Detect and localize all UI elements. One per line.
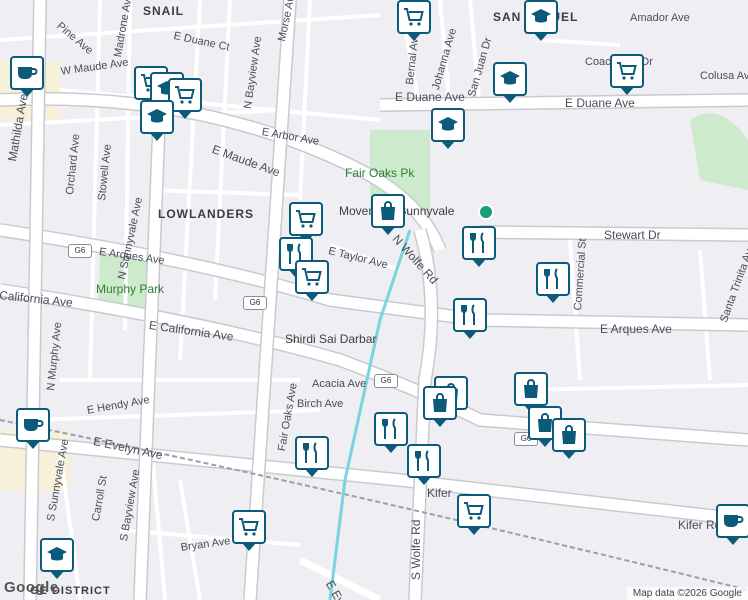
street-label: Stewart Dr: [604, 228, 661, 242]
restaurant-marker[interactable]: [462, 226, 496, 267]
restaurant-marker[interactable]: [374, 412, 408, 453]
park-label: Murphy Park: [96, 282, 165, 296]
poi-label: Shirdi Sai Darbar: [285, 332, 377, 346]
map-base: [0, 0, 748, 600]
shopping-bag-marker[interactable]: [552, 418, 586, 459]
coffee-marker[interactable]: [10, 56, 44, 97]
school-icon: [147, 109, 167, 123]
street-label: E Duane Ave: [565, 96, 635, 110]
coffee-marker[interactable]: [16, 408, 50, 449]
shopping-cart-icon: [175, 86, 195, 104]
coffee-icon: [24, 419, 44, 431]
coffee-marker[interactable]: [716, 504, 748, 545]
shopping-bag-marker[interactable]: [514, 372, 548, 413]
coffee-icon: [724, 515, 744, 527]
street-label: Kifer: [427, 486, 452, 500]
shopping-cart-icon: [404, 8, 424, 26]
restaurant-icon: [461, 304, 475, 325]
neighborhood-label: SNAIL: [143, 4, 184, 18]
neighborhood-label: LOWLANDERS: [158, 207, 254, 221]
school-marker[interactable]: [524, 0, 558, 41]
street-label: S Wolfe Rd: [409, 519, 423, 580]
restaurant-marker[interactable]: [407, 444, 441, 485]
school-marker[interactable]: [431, 108, 465, 149]
coffee-icon: [18, 67, 38, 79]
school-marker[interactable]: [493, 62, 527, 103]
restaurant-icon: [382, 418, 396, 439]
street-label: Amador Ave: [630, 12, 690, 24]
shopping-cart-marker[interactable]: [232, 510, 266, 551]
restaurant-icon: [544, 268, 558, 289]
map-canvas[interactable]: SNAIL LOWLANDERS SAN MIGUEL Fair Oaks Pk…: [0, 0, 748, 600]
school-icon: [531, 9, 551, 23]
shopping-cart-marker[interactable]: [397, 0, 431, 41]
route-shield: G6: [374, 374, 398, 388]
park-label: Fair Oaks Pk: [345, 166, 415, 180]
restaurant-marker[interactable]: [295, 436, 329, 477]
restaurant-icon: [470, 232, 484, 253]
shopping-cart-icon: [296, 210, 316, 228]
street-label: E Duane Ave: [395, 90, 465, 104]
shopping-cart-marker[interactable]: [295, 260, 329, 301]
restaurant-icon: [303, 442, 317, 463]
shopping-bag-marker[interactable]: [371, 194, 405, 235]
shopping-cart-marker[interactable]: [457, 494, 491, 535]
route-shield: G6: [68, 244, 92, 258]
school-marker[interactable]: [140, 100, 174, 141]
school-icon: [500, 71, 520, 85]
street-label: Kifer Rd: [678, 518, 722, 532]
school-marker[interactable]: [40, 538, 74, 579]
shopping-cart-marker[interactable]: [289, 202, 323, 243]
restaurant-icon: [415, 450, 429, 471]
shopping-cart-icon: [239, 518, 259, 536]
shopping-bag-icon: [562, 425, 576, 444]
restaurant-marker[interactable]: [536, 262, 570, 303]
shopping-cart-icon: [302, 268, 322, 286]
poi-marker-icon: [478, 204, 494, 220]
shopping-cart-marker[interactable]: [610, 54, 644, 95]
shopping-bag-icon: [524, 379, 538, 398]
street-label: E Arques Ave: [600, 322, 672, 336]
shopping-bag-icon: [381, 201, 395, 220]
route-shield: G6: [243, 296, 267, 310]
map-attribution[interactable]: Map data ©2026 Google: [626, 587, 748, 600]
school-icon: [438, 117, 458, 131]
street-label: Birch Ave: [297, 398, 344, 410]
shopping-bag-marker[interactable]: [423, 386, 457, 427]
school-icon: [47, 547, 67, 561]
shopping-cart-icon: [617, 62, 637, 80]
street-label: Acacia Ave: [312, 378, 367, 390]
street-label: Colusa Ave: [700, 70, 748, 82]
shopping-bag-icon: [433, 393, 447, 412]
restaurant-marker[interactable]: [453, 298, 487, 339]
google-logo: Google: [4, 579, 59, 596]
shopping-cart-icon: [464, 502, 484, 520]
